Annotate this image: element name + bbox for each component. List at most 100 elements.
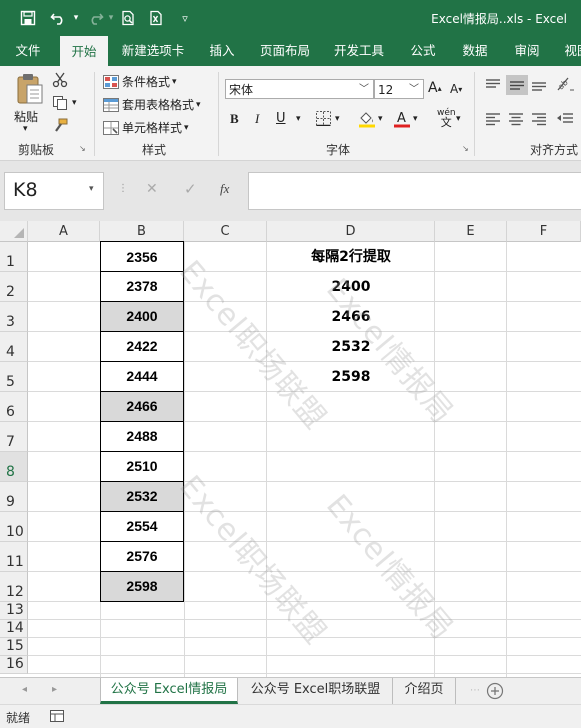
tab-new[interactable]: 新建选项卡 (116, 36, 190, 66)
row-header[interactable]: 12 (0, 572, 28, 602)
insert-function-button[interactable]: fx (220, 181, 229, 197)
align-center-icon[interactable] (508, 112, 524, 126)
tab-developer[interactable]: 开发工具 (328, 36, 390, 66)
tab-view[interactable]: 视图 (556, 36, 581, 66)
fill-color-icon[interactable]: ▾ (358, 110, 383, 128)
cell-d4[interactable]: 2532 (267, 332, 435, 362)
conditional-format-button[interactable]: 条件格式 ▾ (103, 73, 177, 90)
undo-dropdown-icon[interactable]: ▾ (71, 8, 81, 28)
cell-d2[interactable]: 2400 (267, 272, 435, 302)
cell-b10[interactable]: 2554 (100, 512, 184, 542)
cell-b12[interactable]: 2598 (100, 572, 184, 602)
italic-button[interactable]: I (255, 111, 259, 127)
tab-review[interactable]: 审阅 (506, 36, 548, 66)
column-header-e[interactable]: E (435, 221, 507, 242)
cut-icon[interactable] (52, 72, 68, 88)
formula-input[interactable] (248, 172, 581, 210)
column-header-a[interactable]: A (28, 221, 100, 242)
customize-toolbar-icon[interactable]: ▿ (178, 8, 192, 28)
cell-b1[interactable]: 2356 (100, 241, 184, 272)
sheet-tab[interactable]: 介绍页 (393, 678, 456, 704)
cell-d3[interactable]: 2466 (267, 302, 435, 332)
chevron-down-icon[interactable]: ▾ (89, 184, 94, 194)
add-sheet-icon[interactable] (486, 682, 504, 700)
tab-page-layout[interactable]: 页面布局 (254, 36, 316, 66)
cell-b6[interactable]: 2466 (100, 392, 184, 422)
row-header[interactable]: 4 (0, 332, 28, 362)
underline-dropdown-icon[interactable]: ▾ (296, 114, 301, 124)
cell-b8[interactable]: 2510 (100, 452, 184, 482)
row-header[interactable]: 16 (0, 656, 28, 674)
align-left-icon[interactable] (485, 112, 501, 126)
cell-d5[interactable]: 2598 (267, 362, 435, 392)
cell-styles-button[interactable]: 单元格样式 ▾ (103, 119, 189, 136)
enter-icon[interactable]: ✓ (184, 180, 197, 198)
row-header[interactable]: 14 (0, 620, 28, 638)
shrink-font-icon[interactable]: A ▾ (450, 82, 462, 96)
redo-dropdown-icon[interactable]: ▾ (106, 8, 116, 28)
underline-button[interactable]: U (276, 111, 286, 126)
row-header[interactable]: 15 (0, 638, 28, 656)
row-header[interactable]: 13 (0, 602, 28, 620)
clipboard-launcher-icon[interactable]: ↘ (79, 144, 86, 153)
tab-data[interactable]: 数据 (454, 36, 496, 66)
column-header-c[interactable]: C (184, 221, 267, 242)
font-launcher-icon[interactable]: ↘ (462, 144, 469, 153)
sheet-scroll-left-icon[interactable]: ◂ (22, 684, 27, 695)
copy-dropdown-icon[interactable]: ▾ (72, 98, 77, 108)
align-right-icon[interactable] (531, 112, 547, 126)
macro-record-icon[interactable] (50, 709, 64, 726)
decrease-indent-icon[interactable] (556, 112, 574, 126)
grow-font-icon[interactable]: A ▴ (428, 80, 442, 96)
phonetic-dropdown-icon[interactable]: ▾ (456, 114, 461, 124)
cell-b5[interactable]: 2444 (100, 362, 184, 392)
font-color-icon[interactable]: A ▾ (393, 110, 418, 128)
row-header[interactable]: 6 (0, 392, 28, 422)
column-header-b[interactable]: B (100, 221, 184, 242)
row-header[interactable]: 10 (0, 512, 28, 542)
bold-button[interactable]: B (230, 111, 239, 127)
align-top-icon[interactable] (485, 78, 501, 92)
row-header[interactable]: 2 (0, 272, 28, 302)
select-all-corner[interactable] (0, 221, 28, 242)
cell-b7[interactable]: 2488 (100, 422, 184, 452)
row-header[interactable]: 3 (0, 302, 28, 332)
cell-b3[interactable]: 2400 (100, 302, 184, 332)
copy-icon[interactable]: ▾ (52, 95, 77, 111)
font-size-combo[interactable]: 12 ﹀ (374, 79, 424, 99)
tab-insert[interactable]: 插入 (200, 36, 244, 66)
tab-formulas[interactable]: 公式 (402, 36, 444, 66)
sheet-scroll-right-icon[interactable]: ▸ (52, 684, 57, 695)
tab-home[interactable]: 开始 (60, 36, 108, 67)
borders-icon[interactable]: ▾ (316, 111, 340, 126)
row-header[interactable]: 5 (0, 362, 28, 392)
orientation-icon[interactable]: ab (556, 76, 578, 92)
format-painter-icon[interactable] (52, 118, 68, 134)
cancel-icon[interactable]: ✕ (146, 181, 158, 197)
sheet-tab-active[interactable]: 公众号 Excel情报局 (100, 678, 238, 704)
save-icon[interactable] (18, 8, 38, 28)
row-header[interactable]: 9 (0, 482, 28, 512)
sheet-tab[interactable]: 公众号 Excel职场联盟 (239, 678, 393, 704)
undo-icon[interactable] (48, 8, 70, 28)
row-header[interactable]: 11 (0, 542, 28, 572)
align-bottom-icon[interactable] (531, 78, 547, 92)
paste-button[interactable]: 粘贴 (14, 108, 38, 125)
redo-icon[interactable] (84, 8, 106, 28)
format-as-table-button[interactable]: 套用表格格式 ▾ (103, 96, 201, 113)
row-header[interactable]: 1 (0, 242, 28, 272)
column-header-f[interactable]: F (507, 221, 581, 242)
row-header[interactable]: 7 (0, 422, 28, 452)
cell-b2[interactable]: 2378 (100, 272, 184, 302)
cell-b4[interactable]: 2422 (100, 332, 184, 362)
paste-dropdown-icon[interactable]: ▾ (23, 124, 28, 134)
cell-b11[interactable]: 2576 (100, 542, 184, 572)
print-preview-icon[interactable] (118, 8, 138, 28)
phonetic-guide-button[interactable]: wén 文 (437, 108, 456, 128)
excel-file-icon[interactable] (146, 8, 166, 28)
font-name-combo[interactable]: 宋体 ﹀ (225, 79, 374, 99)
row-header-selected[interactable]: 8 (0, 452, 28, 482)
cell-d1-header[interactable]: 每隔2行提取 (267, 242, 435, 272)
align-middle-icon[interactable] (506, 75, 528, 95)
name-box[interactable]: K8 ▾ (4, 172, 104, 210)
